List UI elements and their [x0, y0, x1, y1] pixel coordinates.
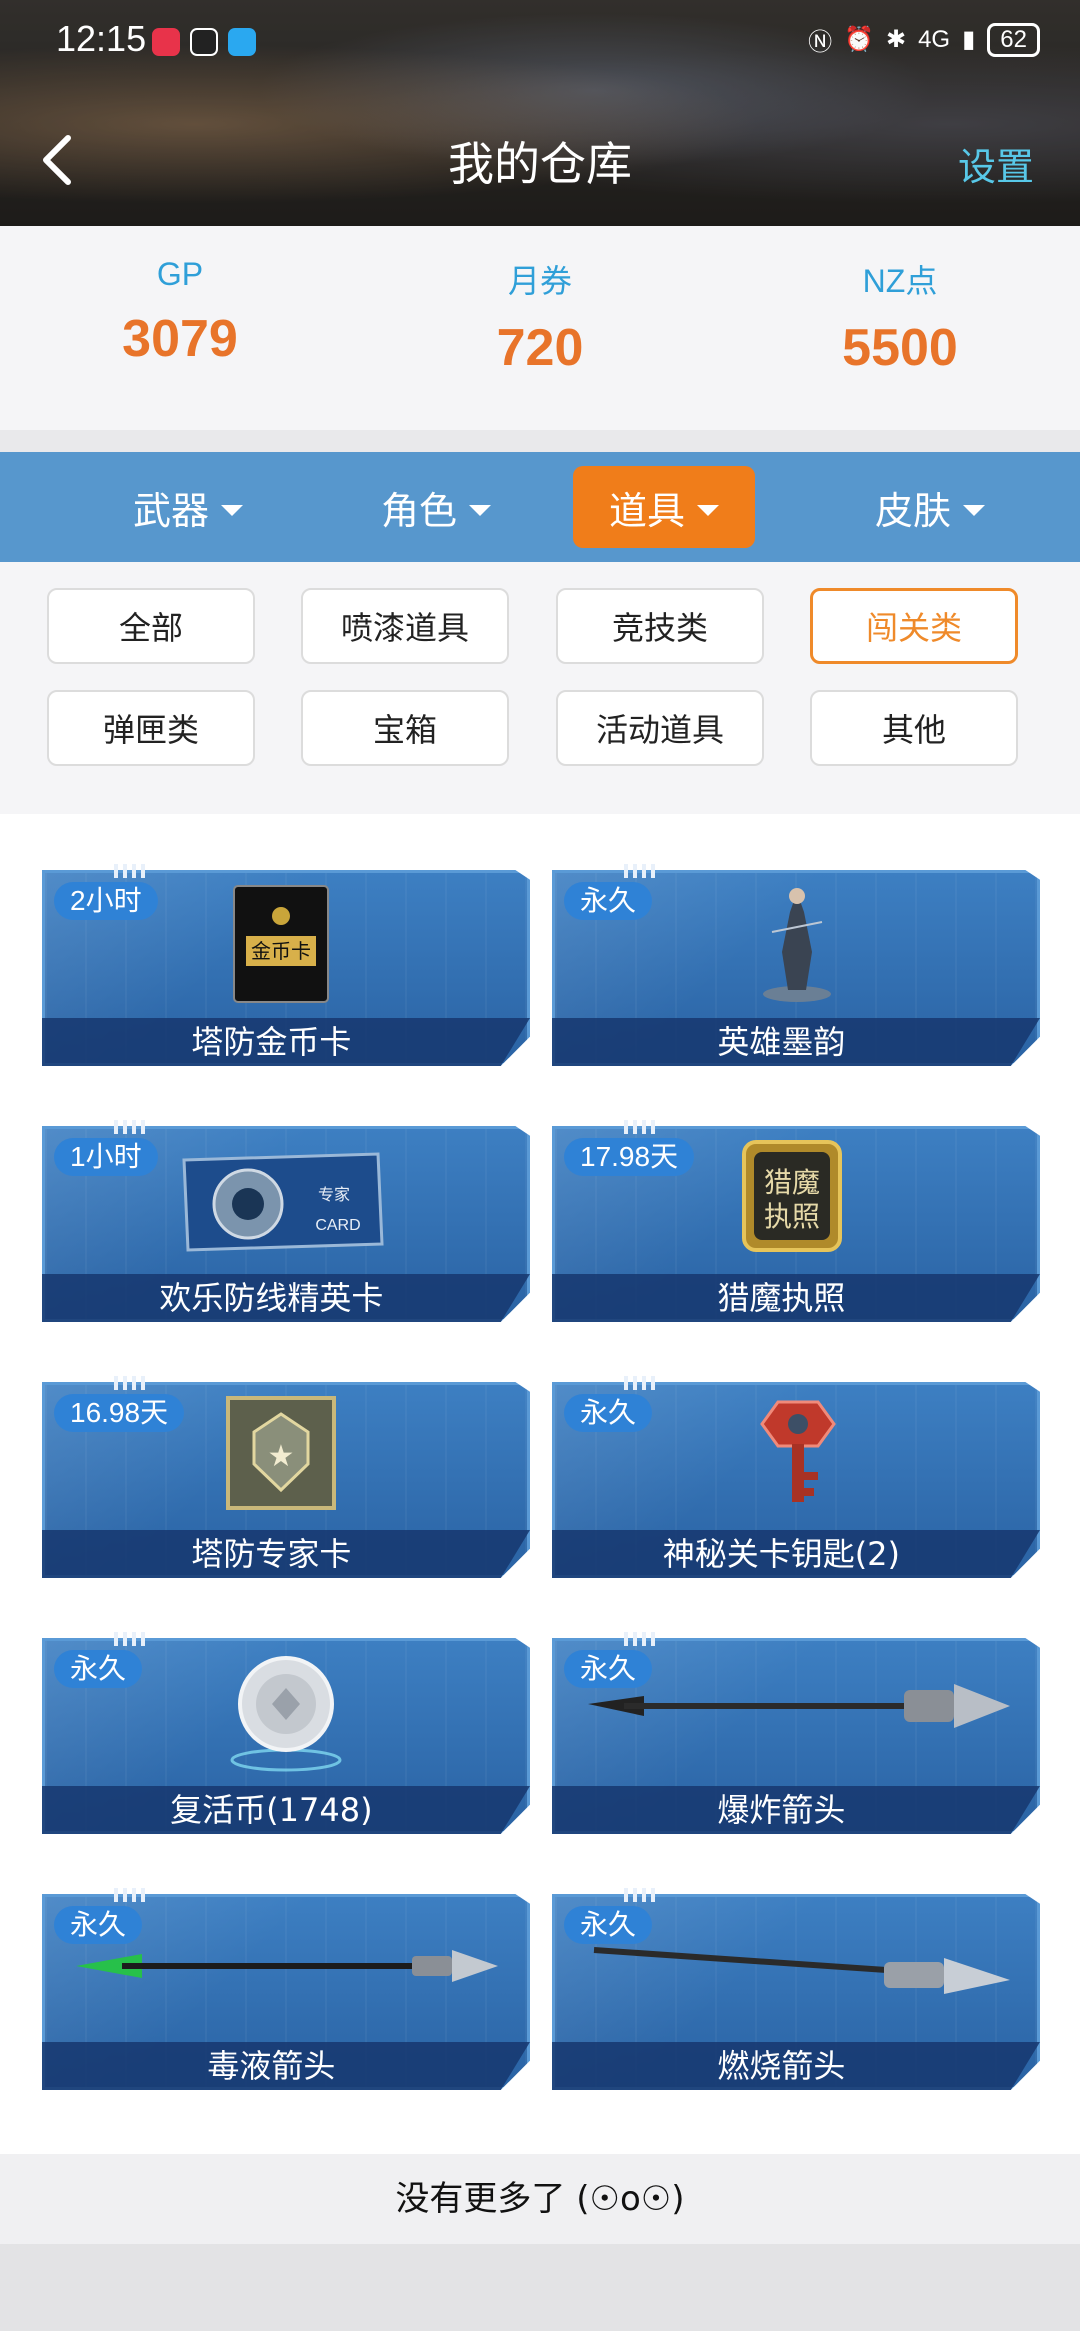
- settings-button[interactable]: 设置: [958, 136, 1034, 191]
- network-label: 4G: [918, 25, 951, 53]
- tab-label: 角色: [380, 488, 457, 533]
- category-tabs: 武器 角色 道具 皮肤: [0, 452, 1080, 562]
- duration-badge: 17.98天: [564, 1138, 695, 1176]
- nfc-icon: Ⓝ: [808, 29, 833, 56]
- subcat-magazine[interactable]: 弹匣类: [47, 690, 255, 766]
- app-notification-icon: [152, 28, 180, 56]
- item-card[interactable]: 金币卡 塔防金币卡 2小时: [42, 864, 530, 1066]
- chevron-down-icon: [963, 504, 985, 516]
- expert-card-icon: 专家 CARD: [182, 1152, 384, 1252]
- status-bar: 12:15 Ⓝ ⏰ ✱ 4G ▮ 62: [0, 0, 1080, 90]
- item-card[interactable]: ★ 塔防专家卡 16.98天: [42, 1376, 530, 1578]
- app-notification-icon: [190, 28, 218, 56]
- item-name: 欢乐防线精英卡: [159, 1279, 384, 1317]
- duration-badge: 永久: [54, 1906, 143, 1944]
- hunter-license-icon: 猎魔 执照: [742, 1140, 842, 1252]
- item-card[interactable]: 英雄墨韵 永久: [552, 864, 1040, 1066]
- duration-badge: 永久: [54, 1650, 143, 1688]
- duration-badge: 永久: [564, 1650, 653, 1688]
- bluetooth-icon: ✱: [885, 26, 907, 53]
- subcat-challenge[interactable]: 闯关类: [810, 588, 1018, 664]
- duration-badge: 永久: [564, 1394, 653, 1432]
- tab-weapons[interactable]: 武器: [110, 466, 266, 548]
- item-name: 爆炸箭头: [717, 1791, 846, 1829]
- currency-value: 5500: [842, 319, 958, 377]
- venom-arrow-icon: [76, 1950, 498, 1982]
- fire-arrow-icon: [593, 1947, 1010, 1994]
- notification-icons: [152, 28, 256, 56]
- subcat-chest[interactable]: 宝箱: [301, 690, 509, 766]
- item-name: 复活币(1748): [170, 1791, 373, 1829]
- subcat-event[interactable]: 活动道具: [556, 690, 764, 766]
- bottom-spacer: [0, 2244, 1080, 2331]
- tab-label: 武器: [132, 488, 209, 533]
- currency-nz-points: NZ点 5500: [720, 226, 1080, 430]
- item-name: 神秘关卡钥匙(2): [662, 1535, 901, 1573]
- tab-label: 皮肤: [874, 488, 951, 533]
- tab-skins[interactable]: 皮肤: [852, 466, 1008, 548]
- subcat-all[interactable]: 全部: [47, 588, 255, 664]
- battery-indicator: 62: [987, 22, 1040, 57]
- currency-value: 720: [496, 319, 584, 377]
- item-card[interactable]: 毒液箭头 永久: [42, 1888, 530, 2090]
- duration-badge: 2小时: [54, 882, 158, 920]
- tab-label: 道具: [608, 488, 685, 533]
- alarm-icon: ⏰: [844, 26, 874, 53]
- svg-text:专家: 专家: [318, 1185, 350, 1204]
- hero-figure-icon: [763, 888, 831, 1002]
- item-list: 金币卡 塔防金币卡 2小时 英雄墨韵 永久 专家 CARD 欢乐防线精英卡 1小…: [0, 814, 1080, 2154]
- duration-badge: 永久: [564, 1906, 653, 1944]
- item-name: 英雄墨韵: [717, 1023, 846, 1061]
- subcategory-grid: 全部 喷漆道具 竞技类 闯关类 弹匣类 宝箱 活动道具 其他: [0, 562, 1080, 814]
- item-name: 燃烧箭头: [717, 2047, 846, 2085]
- nav-bar: 我的仓库 设置: [0, 110, 1080, 210]
- chevron-down-icon: [697, 504, 719, 516]
- currency-label: 月券: [507, 263, 572, 299]
- subcat-spray[interactable]: 喷漆道具: [301, 588, 509, 664]
- currency-label: GP: [156, 256, 204, 292]
- app-notification-icon: [228, 28, 256, 56]
- signal-icon: ▮: [962, 26, 976, 53]
- chevron-down-icon: [469, 504, 491, 516]
- svg-text:猎魔: 猎魔: [764, 1166, 820, 1199]
- item-name: 毒液箭头: [207, 2047, 336, 2085]
- page-title: 我的仓库: [448, 137, 632, 191]
- svg-text:CARD: CARD: [315, 1217, 360, 1234]
- duration-badge: 1小时: [54, 1138, 158, 1176]
- expert-badge-icon: ★: [226, 1396, 336, 1510]
- duration-badge: 16.98天: [54, 1394, 185, 1432]
- item-card[interactable]: 专家 CARD 欢乐防线精英卡 1小时: [42, 1120, 530, 1322]
- subcat-other[interactable]: 其他: [810, 690, 1018, 766]
- currency-value: 3079: [122, 310, 238, 368]
- currency-gp: GP 3079: [0, 226, 360, 430]
- explosive-arrow-icon: [588, 1684, 1010, 1728]
- item-name: 塔防专家卡: [191, 1535, 352, 1573]
- gold-card-icon: 金币卡: [233, 885, 329, 1003]
- item-card[interactable]: 神秘关卡钥匙(2) 永久: [552, 1376, 1040, 1578]
- svg-text:执照: 执照: [764, 1200, 820, 1233]
- duration-badge: 永久: [564, 882, 653, 920]
- key-icon: [760, 1400, 836, 1502]
- currency-monthly-ticket: 月券 720: [360, 226, 720, 430]
- status-time: 12:15: [56, 18, 147, 59]
- header-banner: 12:15 Ⓝ ⏰ ✱ 4G ▮ 62 我的仓库 设置: [0, 0, 1080, 226]
- item-card[interactable]: 燃烧箭头 永久: [552, 1888, 1040, 2090]
- tab-characters[interactable]: 角色: [358, 466, 514, 548]
- currency-panel: GP 3079 月券 720 NZ点 5500: [0, 226, 1080, 430]
- item-name: 塔防金币卡: [191, 1023, 352, 1061]
- svg-text:★: ★: [268, 1439, 295, 1474]
- subcat-competitive[interactable]: 竞技类: [556, 588, 764, 664]
- item-card[interactable]: 爆炸箭头 永久: [552, 1632, 1040, 1834]
- item-card[interactable]: 猎魔 执照 猎魔执照 17.98天: [552, 1120, 1040, 1322]
- svg-text:金币卡: 金币卡: [251, 939, 311, 963]
- chevron-down-icon: [221, 504, 243, 516]
- end-of-list-text: 没有更多了 (☉o☉): [0, 2154, 1080, 2244]
- system-status: Ⓝ ⏰ ✱ 4G ▮ 62: [808, 22, 1040, 57]
- item-card[interactable]: 复活币(1748) 永久: [42, 1632, 530, 1834]
- currency-label: NZ点: [862, 263, 938, 299]
- tab-items[interactable]: 道具: [573, 466, 755, 548]
- revive-coin-icon: [230, 1656, 342, 1772]
- item-name: 猎魔执照: [717, 1279, 846, 1317]
